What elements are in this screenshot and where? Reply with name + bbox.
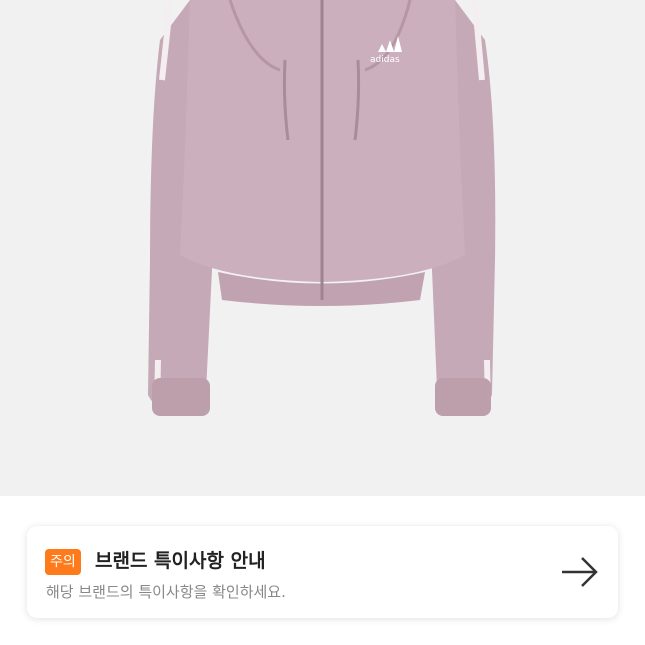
brand-notice-card[interactable]: 주의 브랜드 특이사항 안내 해당 브랜드의 특이사항을 확인하세요. xyxy=(27,526,618,618)
brand-logo-text: adidas xyxy=(370,55,400,65)
caution-badge: 주의 xyxy=(45,549,81,575)
notice-description: 해당 브랜드의 특이사항을 확인하세요. xyxy=(46,583,286,601)
notice-section: 주의 브랜드 특이사항 안내 해당 브랜드의 특이사항을 확인하세요. xyxy=(0,496,645,645)
product-image: adidas xyxy=(0,0,645,496)
notice-title: 브랜드 특이사항 안내 xyxy=(95,550,266,572)
jacket-illustration xyxy=(148,0,496,416)
arrow-right-icon[interactable] xyxy=(558,552,602,592)
